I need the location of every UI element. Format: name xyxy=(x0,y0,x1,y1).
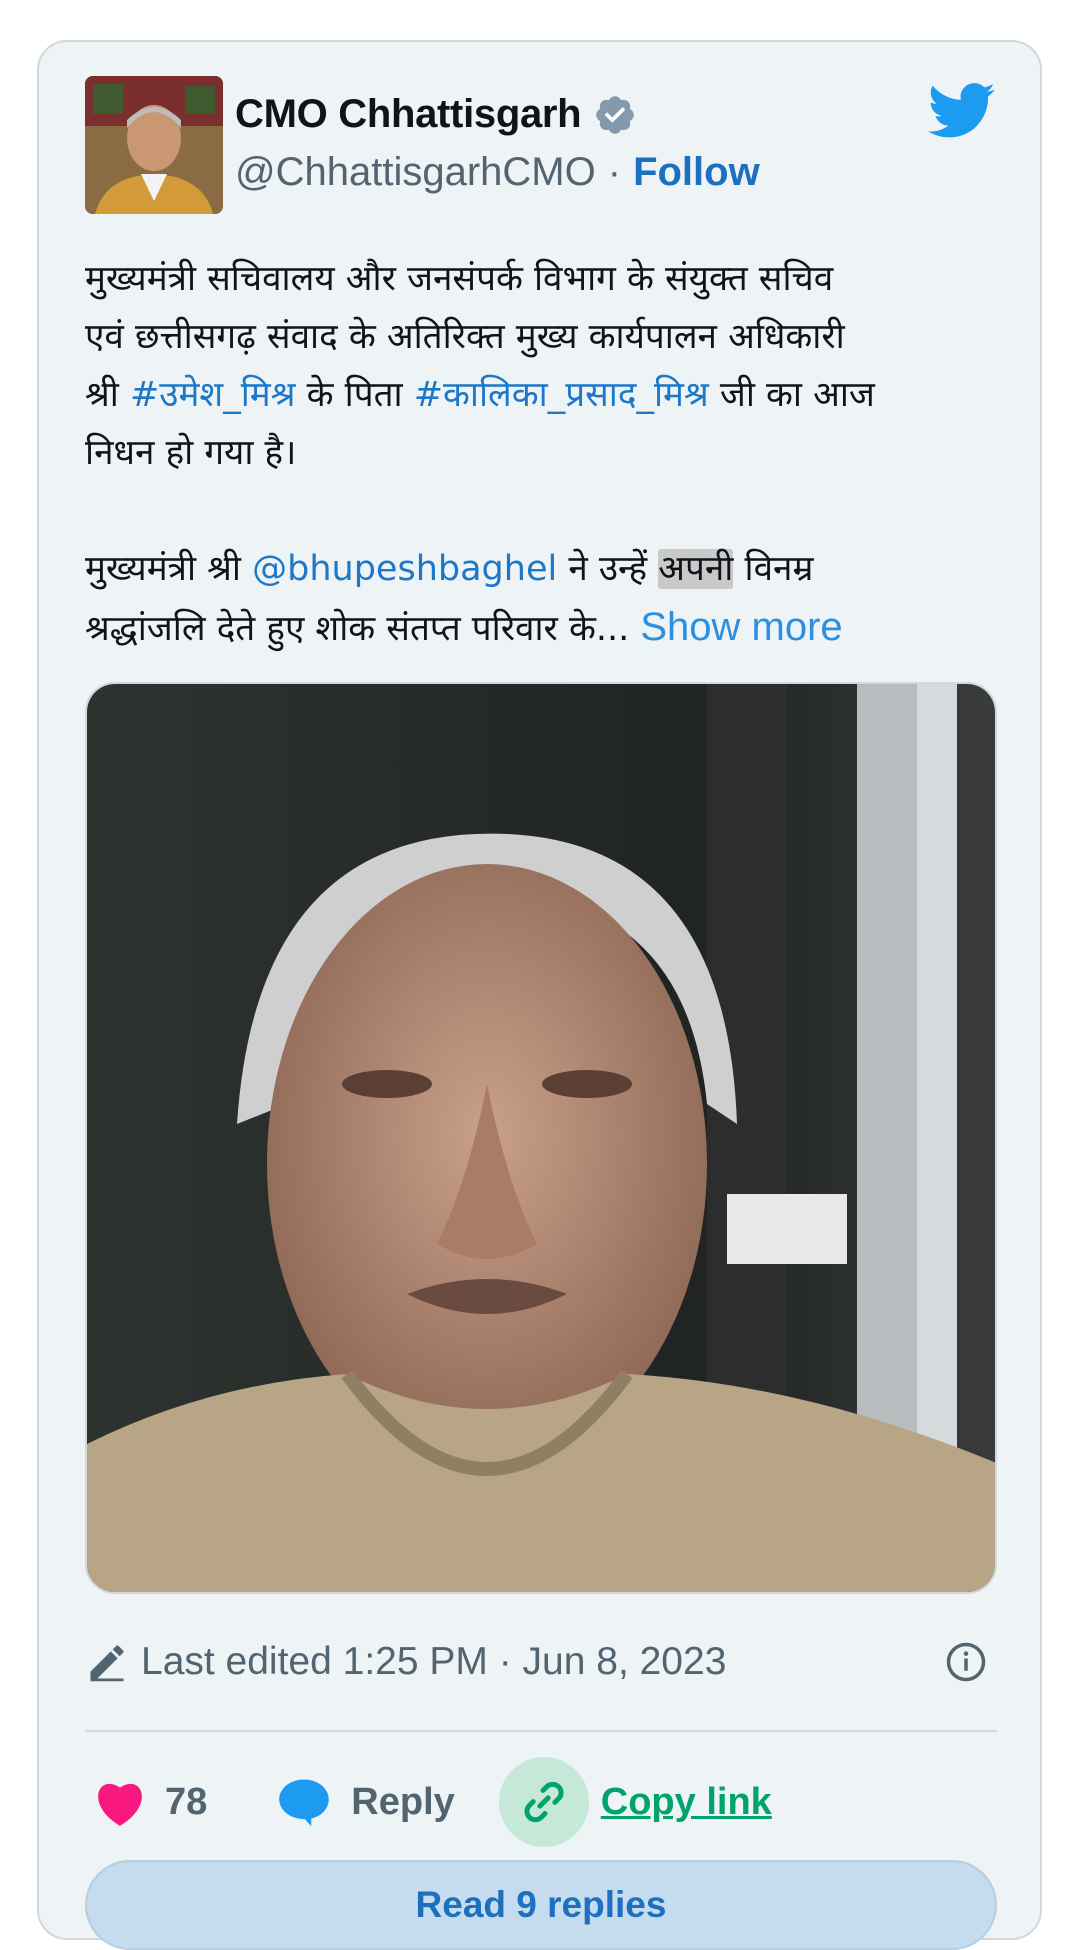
twitter-bird-icon[interactable] xyxy=(928,82,996,140)
tweet-text: मुख्यमंत्री सचिवालय और जनसंपर्क विभाग के… xyxy=(85,250,1015,658)
link-icon xyxy=(524,1781,564,1823)
hashtag-link[interactable]: #उमेश_मिश्र xyxy=(130,375,296,415)
copy-link-circle xyxy=(498,1757,589,1847)
tweet-text-line: मुख्यमंत्री सचिवालय और जनसंपर्क विभाग के… xyxy=(85,259,834,299)
show-more-link[interactable]: Show more xyxy=(640,605,842,649)
tweet-text-line: निधन हो गया है। xyxy=(85,433,297,473)
copy-link-button[interactable]: Copy link xyxy=(498,1757,772,1847)
speech-bubble-icon xyxy=(279,1779,330,1827)
mention-link[interactable]: @bhupeshbaghel xyxy=(252,549,557,589)
highlighted-word: अपनी xyxy=(658,549,734,589)
follow-button[interactable]: Follow xyxy=(633,150,760,195)
reply-button[interactable]: Reply xyxy=(277,1777,455,1827)
copy-link-label: Copy link xyxy=(600,1780,772,1823)
tweet-photo[interactable] xyxy=(85,682,997,1594)
divider xyxy=(85,1730,997,1732)
tweet-text-line: एवं छत्तीसगढ़ संवाद के अतिरिक्त मुख्य का… xyxy=(85,317,845,357)
hashtag-link[interactable]: #कालिका_प्रसाद_मिश्र xyxy=(414,375,709,415)
heart-icon xyxy=(98,1783,142,1826)
reply-label: Reply xyxy=(351,1780,455,1823)
verified-badge-icon xyxy=(596,95,635,134)
tweet-text-line: श्रद्धांजलि देते हुए शोक संतप्त परिवार क… xyxy=(85,605,843,649)
tweet-card: CMO Chhattisgarh @ChhattisgarhCMO · Foll… xyxy=(37,40,1042,1950)
edited-row: Last edited 1:25 PM · Jun 8, 2023 xyxy=(85,1640,997,1684)
pencil-icon xyxy=(90,1645,124,1682)
read-replies-button[interactable]: Read 9 replies xyxy=(85,1860,997,1950)
tweet-text-line: मुख्यमंत्री श्री @bhupeshbaghel ने उन्हे… xyxy=(85,549,814,589)
action-bar: 78 Reply Copy link xyxy=(85,1754,997,1850)
last-edited-label[interactable]: Last edited 1:25 PM · Jun 8, 2023 xyxy=(141,1640,726,1684)
like-button[interactable]: 78 xyxy=(93,1777,207,1827)
like-count: 78 xyxy=(165,1780,208,1823)
tweet-text-line: श्री #उमेश_मिश्र के पिता #कालिका_प्रसाद_… xyxy=(85,375,875,415)
info-icon[interactable] xyxy=(945,1641,987,1683)
separator-dot: · xyxy=(607,150,622,194)
author-handle[interactable]: @ChhattisgarhCMO xyxy=(235,150,596,195)
author-name[interactable]: CMO Chhattisgarh xyxy=(235,92,582,137)
author-avatar[interactable] xyxy=(85,76,223,214)
